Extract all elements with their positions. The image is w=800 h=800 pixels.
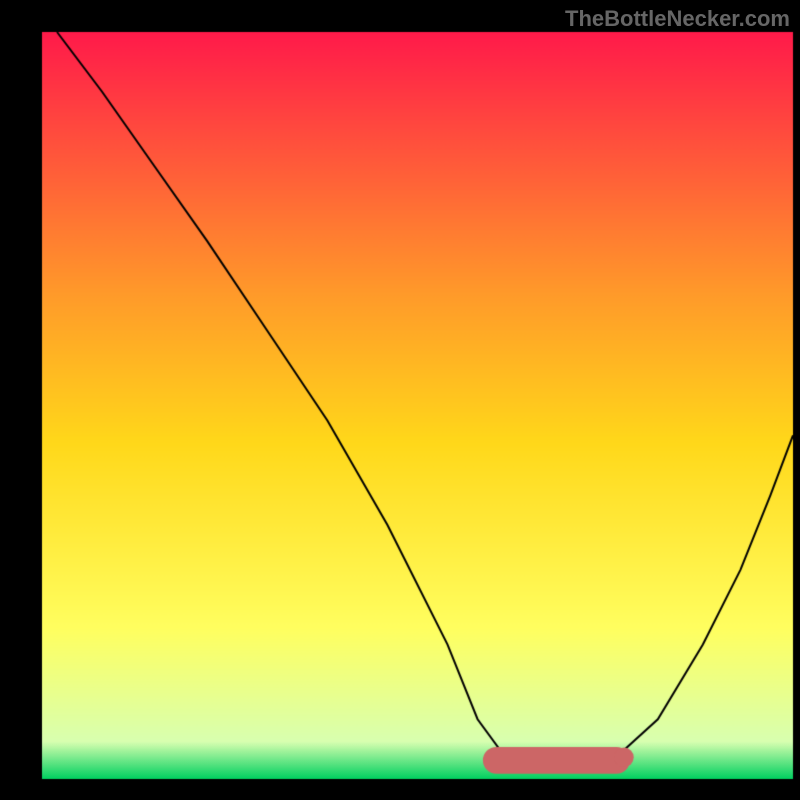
watermark-label: TheBottleNecker.com (565, 6, 790, 32)
bottleneck-chart (0, 0, 800, 800)
